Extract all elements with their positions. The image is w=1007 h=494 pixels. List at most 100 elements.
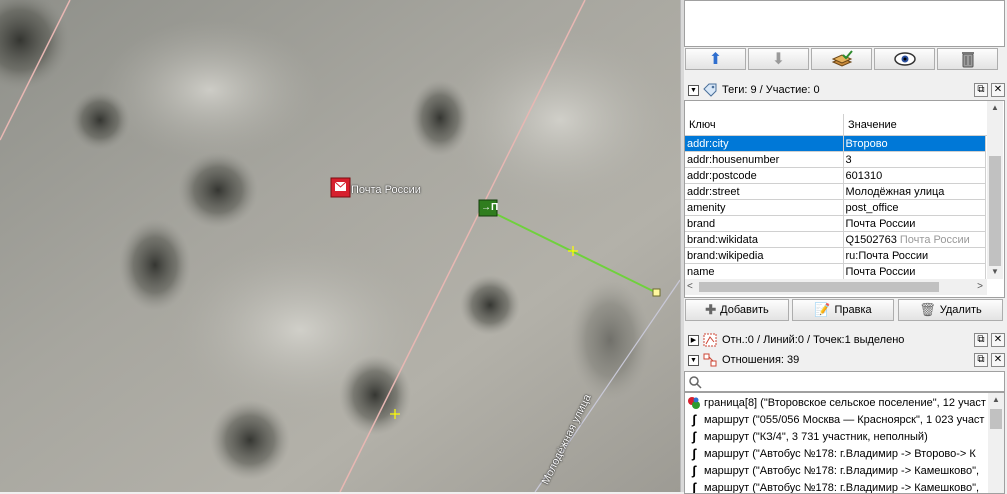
boundary-icon [687,396,701,410]
tags-horizontal-scrollbar[interactable]: < > [685,279,987,295]
side-panels: ⬆ ⬇ [684,0,1007,492]
tag-row[interactable]: addr:postcode601310 [685,168,985,184]
selection-panel-title: Отн.:0 / Линий:0 / Точек:1 выделено [722,334,971,346]
tag-value-text: post_office [846,202,899,214]
arrow-down-icon: ⬇ [772,49,785,69]
tag-value-text: Молодёжная улица [846,186,945,198]
tag-key[interactable]: addr:housenumber [685,152,843,168]
close-panel-button[interactable]: ✕ [991,83,1005,97]
h-scroll-thumb[interactable] [699,282,939,292]
detach-panel-button[interactable]: ⧉ [974,83,988,97]
relation-text: маршрут ("055/056 Москва — Красноярск", … [704,414,984,426]
tags-table: addr:cityВторовоaddr:housenumber3addr:po… [685,136,986,280]
scroll-right-icon[interactable]: > [977,279,983,295]
column-header-key[interactable]: Ключ [689,114,716,136]
tag-value-text: 3 [846,154,852,166]
delete-selection-button[interactable] [937,48,998,70]
tag-value-text: 601310 [846,170,883,182]
relations-panel-title: Отношения: 39 [722,354,971,366]
tag-row[interactable]: addr:streetМолодёжная улица [685,184,985,200]
relation-text: маршрут ("Автобус №178: г.Владимир -> Ка… [704,465,979,477]
tag-row[interactable]: addr:cityВторово [685,136,985,152]
scroll-down-icon[interactable]: ▼ [987,265,1003,279]
tree-shadow [178,152,258,228]
tag-row[interactable]: brand:wikipediaru:Почта России [685,248,985,264]
tree-shadow [119,219,191,311]
post-office-icon[interactable] [331,178,350,197]
move-down-button[interactable]: ⬇ [748,48,809,70]
detach-panel-button[interactable]: ⧉ [974,333,988,347]
relation-row[interactable]: ʃмаршрут ("Автобус №178: г.Владимир -> К… [685,462,988,479]
relations-search-input[interactable] [702,375,1004,389]
scroll-up-icon[interactable]: ▲ [988,393,1004,407]
selection-icon [703,333,717,347]
edit-tag-button[interactable]: 📝 Правка [792,299,894,321]
tag-key[interactable]: brand [685,216,843,232]
view-button[interactable] [874,48,935,70]
tag-value-text: Второво [846,138,888,150]
tag-key[interactable]: addr:postcode [685,168,843,184]
move-up-button[interactable]: ⬆ [685,48,746,70]
add-tag-button[interactable]: ✚ Добавить [685,299,789,321]
tag-key[interactable]: addr:street [685,184,843,200]
tag-value[interactable]: Второво [843,136,985,152]
scroll-thumb[interactable] [990,409,1002,429]
tag-row[interactable]: brandПочта России [685,216,985,232]
close-panel-button[interactable]: ✕ [991,353,1005,367]
layers-check-button[interactable] [811,48,872,70]
tags-panel-title: Теги: 9 / Участие: 0 [722,84,971,96]
arrow-up-icon: ⬆ [709,49,722,69]
tag-value[interactable]: Почта России [843,216,985,232]
tag-key[interactable]: addr:city [685,136,843,152]
close-panel-button[interactable]: ✕ [991,333,1005,347]
route-icon: ʃ [687,447,701,461]
relation-row[interactable]: ʃмаршрут ("КЗ/4", 3 731 участник, неполн… [685,428,988,445]
tag-key[interactable]: amenity [685,200,843,216]
tags-vertical-scrollbar[interactable]: ▲ ▼ [987,101,1003,279]
detach-panel-button[interactable]: ⧉ [974,353,988,367]
trash-icon: 🗑 [919,302,936,318]
relations-scrollbar[interactable]: ▲ [988,393,1004,493]
tag-value[interactable]: ru:Почта России [843,248,985,264]
map-view[interactable]: Почта России →П Молодёжная улица [0,0,680,492]
scroll-thumb[interactable] [989,156,1001,266]
tag-row[interactable]: brand:wikidataQ1502763Почта России [685,232,985,248]
scroll-left-icon[interactable]: < [687,279,693,295]
scroll-up-icon[interactable]: ▲ [987,101,1003,115]
way-node[interactable] [653,289,660,296]
relation-row[interactable]: ʃмаршрут ("Автобус №178: г.Владимир -> В… [685,445,988,462]
tag-value[interactable]: Q1502763Почта России [843,232,985,248]
imagery-patch [440,30,680,210]
relations-list: граница[8] ("Второвское сельское поселен… [684,392,1005,494]
relations-search-box[interactable] [684,371,1005,392]
tag-key[interactable]: brand:wikipedia [685,248,843,264]
tag-key[interactable]: name [685,264,843,280]
collapse-toggle[interactable]: ▼ [688,85,699,96]
tag-value[interactable]: 601310 [843,168,985,184]
tag-row[interactable]: nameПочта России [685,264,985,280]
tag-key[interactable]: brand:wikidata [685,232,843,248]
relation-row[interactable]: ʃмаршрут ("055/056 Москва — Красноярск",… [685,411,988,428]
relation-text: маршрут ("Автобус №178: г.Владимир -> Вт… [704,448,976,460]
tag-value-text: Почта России [846,266,916,278]
relation-row[interactable]: граница[8] ("Второвское сельское поселен… [685,394,988,411]
tag-value[interactable]: Молодёжная улица [843,184,985,200]
relation-text: граница[8] ("Второвское сельское поселен… [704,397,986,409]
tag-row[interactable]: addr:housenumber3 [685,152,985,168]
tag-value[interactable]: post_office [843,200,985,216]
column-header-value[interactable]: Значение [848,114,897,136]
tag-value-text: ru:Почта России [846,250,929,262]
column-divider [843,114,844,136]
tag-row[interactable]: amenitypost_office [685,200,985,216]
collapse-toggle[interactable]: ▼ [688,355,699,366]
tag-value[interactable]: Почта России [843,264,985,280]
expand-toggle[interactable]: ▶ [688,335,699,346]
tag-icon [703,83,717,97]
selection-list[interactable] [684,0,1005,47]
edit-icon: 📝 [814,302,830,318]
tag-value[interactable]: 3 [843,152,985,168]
delete-tag-button[interactable]: 🗑 Удалить [898,299,1003,321]
route-icon: ʃ [687,413,701,427]
tree-shadow [210,400,290,480]
imagery-patch [100,20,320,160]
